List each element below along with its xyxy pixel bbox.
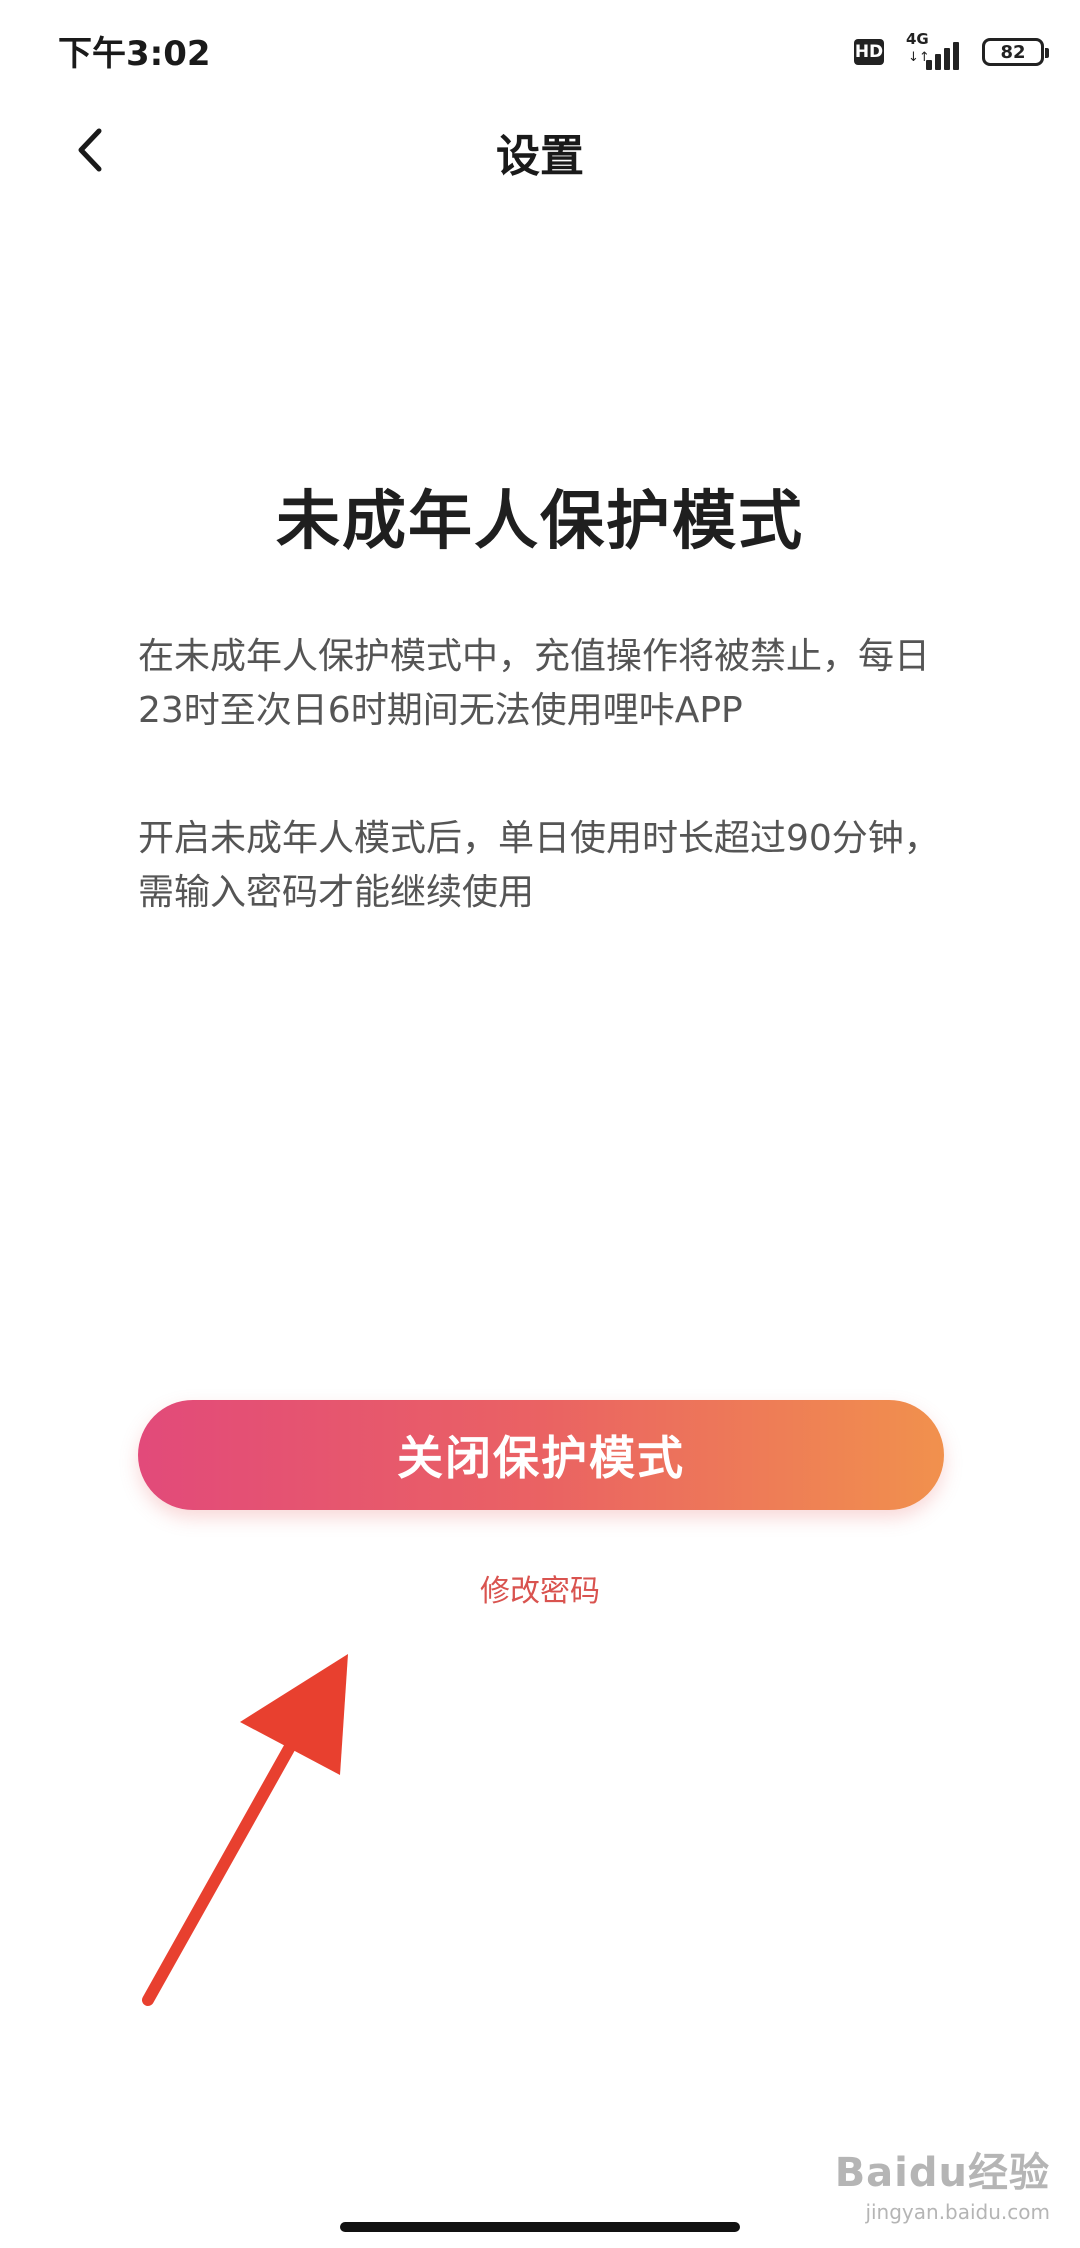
change-password-link[interactable]: 修改密码 bbox=[0, 1566, 1080, 1610]
signal-bar bbox=[926, 60, 932, 70]
home-indicator[interactable] bbox=[340, 2222, 740, 2232]
mode-title: 未成年人保护模式 bbox=[276, 485, 804, 559]
hd-icon: HD bbox=[854, 39, 884, 65]
page-title: 设置 bbox=[496, 131, 584, 182]
watermark-url: jingyan.baidu.com bbox=[865, 2200, 1050, 2224]
description-paragraph: 开启未成年人模式后，单日使用时长超过90分钟，需输入密码才能继续使用 bbox=[138, 818, 940, 913]
battery-level: 82 bbox=[1000, 41, 1026, 63]
battery-icon: 82 bbox=[982, 38, 1049, 66]
watermark: Baidu经验 jingyan.baidu.com bbox=[835, 2140, 1050, 2224]
status-bar: 下午3:02 HD 4G ↓↑ 82 bbox=[0, 0, 1080, 100]
signal-bar bbox=[953, 42, 959, 70]
status-time: 下午3:02 bbox=[58, 34, 211, 74]
nav-bar: 设置 bbox=[0, 100, 1080, 200]
signal-bar bbox=[944, 48, 950, 70]
signal-bar bbox=[935, 54, 941, 70]
network-type-label: 4G bbox=[906, 30, 929, 48]
red-arrow-icon bbox=[142, 1654, 348, 2006]
signal-icon: 4G ↓↑ bbox=[906, 30, 964, 70]
status-icons: HD 4G ↓↑ 82 bbox=[854, 30, 1049, 72]
description-paragraph: 在未成年人保护模式中，充值操作将被禁止，每日23时至次日6时期间无法使用哩咔AP… bbox=[138, 636, 931, 731]
close-protection-mode-button[interactable]: 关闭保护模式 bbox=[138, 1400, 944, 1510]
watermark-logo: Baidu经验 bbox=[834, 2150, 1050, 2196]
